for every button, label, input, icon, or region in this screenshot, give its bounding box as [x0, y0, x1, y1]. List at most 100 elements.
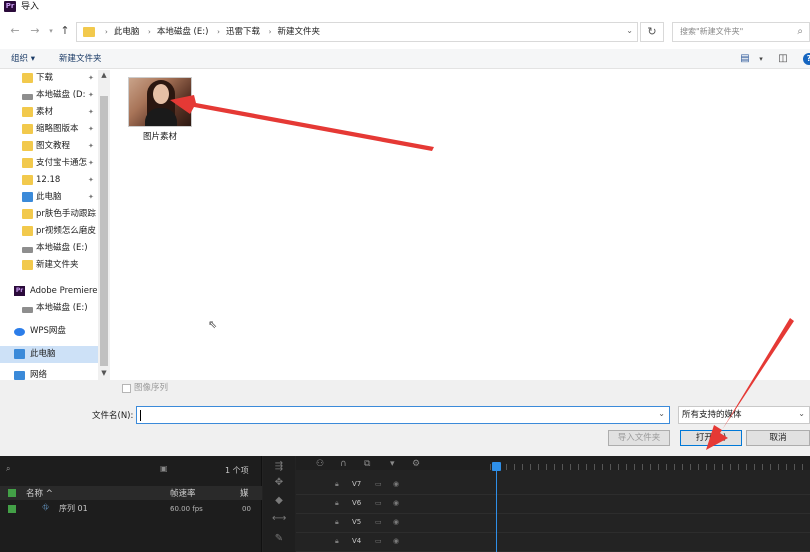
sync-lock-icon[interactable]: ▭: [375, 499, 382, 507]
open-button[interactable]: 打开(O): [680, 430, 742, 446]
sidebar-item-thumbnail-version[interactable]: 缩略图版本 ✦: [0, 121, 98, 138]
view-dropdown-chevron-icon[interactable]: ▾: [754, 52, 768, 66]
time-ruler[interactable]: [490, 464, 810, 470]
cancel-button[interactable]: 取消: [746, 430, 810, 446]
premiere-logo-icon: Pr: [4, 1, 16, 12]
address-dropdown-chevron-icon[interactable]: ⌄: [626, 26, 633, 35]
filetype-select[interactable]: 所有支持的媒体 ⌄: [678, 406, 810, 424]
ripple-edit-tool-icon[interactable]: ✥: [272, 476, 286, 490]
sidebar-item-label: 缩略图版本: [36, 124, 79, 134]
playhead-handle[interactable]: [492, 462, 501, 471]
back-arrow-icon[interactable]: ←: [8, 24, 22, 38]
add-marker-icon[interactable]: ▾: [390, 459, 395, 469]
sidebar-item-tutorial[interactable]: 图文教程 ✦: [0, 138, 98, 155]
sidebar-item-drive-e[interactable]: 本地磁盘 (E:): [0, 240, 98, 257]
snap-icon[interactable]: ∩: [340, 459, 347, 469]
sync-lock-icon[interactable]: ▭: [375, 518, 382, 526]
address-bar[interactable]: › 此电脑 › 本地磁盘 (E:) › 迅雷下载 › 新建文件夹 ⌄: [76, 22, 638, 42]
sidebar-item-network[interactable]: 网络: [0, 369, 98, 380]
sidebar-item-pr-skin[interactable]: pr肤色手动跟踪: [0, 206, 98, 223]
navigation-scrollbar[interactable]: ▲ ▼: [98, 70, 110, 380]
label-color-swatch: [8, 489, 16, 497]
sidebar-item-sucai[interactable]: 素材 ✦: [0, 104, 98, 121]
timeline-track[interactable]: 🔒︎ V4 ▭ ◉: [296, 533, 810, 552]
sidebar-item-1218[interactable]: 12.18 ✦: [0, 172, 98, 189]
eye-icon[interactable]: ◉: [393, 480, 399, 488]
folder-icon: [83, 27, 95, 37]
breadcrumb-item[interactable]: 此电脑: [114, 27, 140, 37]
sync-lock-icon[interactable]: ▭: [375, 480, 382, 488]
scrollbar-thumb[interactable]: [100, 96, 108, 366]
timeline-settings-icon[interactable]: ⚙: [412, 459, 420, 469]
sidebar-item-wps-cloud[interactable]: WPS网盘: [0, 323, 98, 340]
sidebar-item-drive-d[interactable]: 本地磁盘 (D: ✦: [0, 87, 98, 104]
scroll-down-icon[interactable]: ▼: [98, 368, 110, 378]
filename-dropdown-chevron-icon[interactable]: ⌄: [658, 409, 665, 418]
timeline-track[interactable]: 🔒︎ V7 ▭ ◉: [296, 476, 810, 495]
help-icon[interactable]: ?: [803, 53, 810, 65]
title-bar: Pr 导入: [0, 0, 810, 14]
breadcrumb-item[interactable]: 新建文件夹: [277, 27, 320, 37]
eye-icon[interactable]: ◉: [393, 499, 399, 507]
pin-icon: ✦: [88, 125, 94, 133]
pen-tool-icon[interactable]: ✎: [272, 532, 286, 546]
breadcrumb-item[interactable]: 本地磁盘 (E:): [157, 27, 209, 37]
sidebar-item-adobe-premiere[interactable]: Pr Adobe Premiere: [0, 283, 98, 300]
filename-label: 文件名(N):: [92, 411, 134, 421]
track-select-tool-icon[interactable]: ⇶: [272, 460, 286, 474]
search-input[interactable]: 搜索"新建文件夹" ⌕: [672, 22, 810, 42]
image-sequence-checkbox[interactable]: [122, 384, 131, 393]
refresh-button[interactable]: ↻: [640, 22, 664, 42]
sidebar-item-label: 素材: [36, 107, 54, 117]
sidebar-item-pr-smooth[interactable]: pr视频怎么磨皮: [0, 223, 98, 240]
sidebar-item-label: 此电脑: [30, 349, 56, 359]
timeline-track[interactable]: 🔒︎ V5 ▭ ◉: [296, 514, 810, 533]
import-folder-button[interactable]: 导入文件夹: [608, 430, 670, 446]
sequence-icon: ⛗: [42, 503, 50, 513]
lock-icon[interactable]: 🔒︎: [335, 518, 339, 527]
sidebar-item-this-pc-pinned[interactable]: 此电脑 ✦: [0, 189, 98, 206]
eye-icon[interactable]: ◉: [393, 537, 399, 545]
pc-icon: [14, 349, 25, 359]
scroll-up-icon[interactable]: ▲: [98, 70, 110, 80]
lock-icon[interactable]: 🔒︎: [335, 537, 339, 546]
filename-input[interactable]: ⌄: [136, 406, 670, 424]
new-bin-icon[interactable]: ▣: [160, 464, 168, 473]
up-arrow-icon[interactable]: ↑: [58, 24, 72, 38]
sidebar-item-label: 本地磁盘 (E:): [36, 243, 88, 253]
sidebar-item-alipay[interactable]: 支付宝卡通怎 ✦: [0, 155, 98, 172]
project-item-row[interactable]: [0, 502, 262, 516]
file-item[interactable]: 图片素材: [124, 74, 196, 146]
view-options-icon[interactable]: ▤: [738, 52, 752, 66]
column-fps-header[interactable]: 帧速率: [170, 487, 196, 499]
lock-icon[interactable]: 🔒︎: [335, 480, 339, 489]
column-media-header[interactable]: 媒: [240, 487, 249, 499]
playhead-line[interactable]: [496, 462, 497, 552]
folder-icon: [22, 158, 33, 168]
timeline-track[interactable]: 🔒︎ V6 ▭ ◉: [296, 495, 810, 514]
sidebar-item-new-folder[interactable]: 新建文件夹: [0, 257, 98, 274]
sidebar-item-drive-e-2[interactable]: 本地磁盘 (E:): [0, 300, 98, 317]
organize-button[interactable]: 组织 ▾: [11, 52, 35, 66]
sync-lock-icon[interactable]: ▭: [375, 537, 382, 545]
preview-pane-icon[interactable]: ◫: [776, 52, 790, 66]
new-folder-button[interactable]: 新建文件夹: [59, 52, 102, 66]
slip-tool-icon[interactable]: ⟷: [272, 512, 286, 526]
lock-icon[interactable]: 🔒︎: [335, 499, 339, 508]
recent-locations-chevron-icon[interactable]: ▾: [44, 24, 58, 38]
linked-selection-icon[interactable]: ⧉: [364, 459, 370, 469]
sidebar-item-label: 网络: [30, 370, 48, 380]
column-name-header[interactable]: 名称 ^: [26, 487, 53, 499]
breadcrumb-item[interactable]: 迅雷下载: [226, 27, 260, 37]
sidebar-item-downloads[interactable]: 下载 ✦: [0, 70, 98, 87]
forward-arrow-icon[interactable]: →: [28, 24, 42, 38]
drive-icon: [22, 247, 33, 253]
razor-tool-icon[interactable]: ◆: [272, 494, 286, 508]
mouse-cursor-icon: ⇖: [208, 318, 218, 331]
project-search-icon[interactable]: ⌕: [6, 464, 10, 474]
sidebar-item-label: 12.18: [36, 175, 61, 185]
sidebar-item-this-pc[interactable]: 此电脑: [0, 346, 98, 363]
nest-toggle-icon[interactable]: ⚇: [316, 459, 324, 469]
folder-icon: [22, 124, 33, 134]
eye-icon[interactable]: ◉: [393, 518, 399, 526]
